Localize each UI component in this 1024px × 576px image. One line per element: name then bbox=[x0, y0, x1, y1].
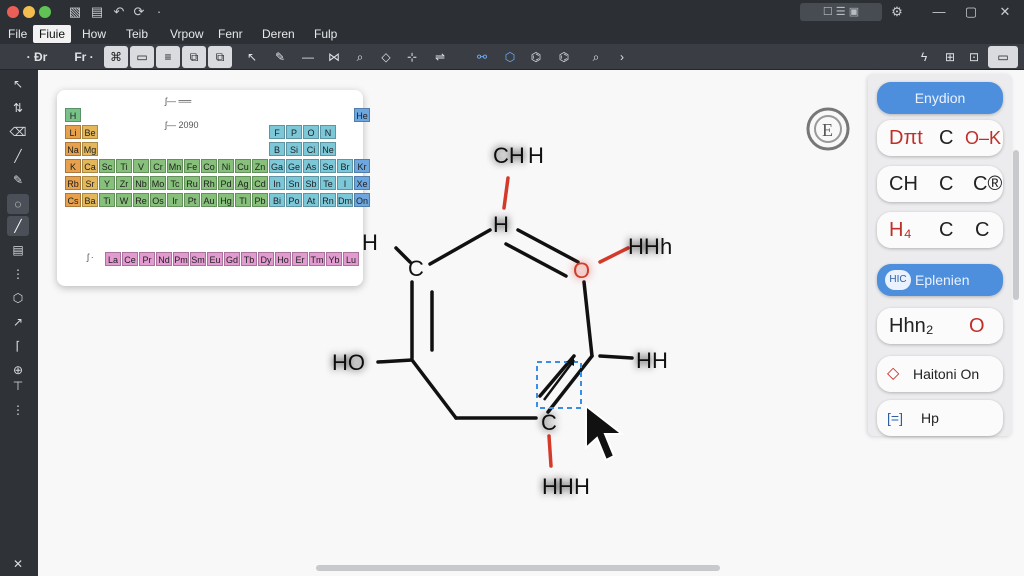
bracket-icon: [=] bbox=[887, 410, 903, 426]
fragment-label: Enydion bbox=[914, 90, 966, 106]
fragment-row-2[interactable]: CH C C® bbox=[877, 166, 1003, 202]
vertical-scrollbar[interactable] bbox=[1013, 150, 1019, 300]
selection-box[interactable] bbox=[536, 361, 582, 409]
atom-h-right-sub: H bbox=[652, 348, 668, 373]
fragment-badge: HIC bbox=[885, 270, 911, 290]
bond-h-o-double bbox=[504, 242, 568, 278]
ring-badge: E bbox=[806, 107, 850, 151]
atom-c-bottom[interactable]: C bbox=[541, 410, 557, 435]
fragment-row-haitoni[interactable]: ◇ Haitoni On bbox=[877, 356, 1003, 392]
bond-c-ch2 bbox=[410, 358, 458, 420]
atom-h-upper[interactable]: H bbox=[493, 212, 509, 237]
atom-ho[interactable]: HO bbox=[332, 350, 365, 375]
fragment-label: Haitoni On bbox=[913, 366, 980, 382]
atom-hh-right[interactable]: HH bbox=[628, 234, 660, 259]
mouse-cursor-icon bbox=[585, 403, 625, 462]
fragment-right: C® bbox=[973, 173, 1003, 195]
atom-ch-top-sub: H bbox=[528, 143, 544, 168]
fragment-right: O bbox=[969, 315, 985, 337]
fragment-mid: C bbox=[939, 127, 954, 149]
app-window: ▧ ▤ ↶ ⟳ · ☐ ☰ ▣ ⚙ — ▢ ✕ File Fiuie How T… bbox=[0, 0, 1024, 576]
atom-hh-bottom[interactable]: HH bbox=[542, 474, 574, 499]
right-fragments-panel: Enydion Dπt C O–K CH C C® H₄ C C HIC Epl… bbox=[868, 74, 1012, 436]
atom-labels: CH H H H C O HH h HO H H C HH H bbox=[332, 143, 672, 499]
bond-c-hh bbox=[547, 434, 553, 468]
fragment-left: CH bbox=[889, 173, 918, 195]
bond-c-o bbox=[582, 280, 594, 358]
bond-ho-c bbox=[376, 358, 414, 364]
diamond-icon: ◇ bbox=[887, 365, 900, 382]
ring-badge-letter: E bbox=[822, 120, 833, 140]
bond-o-hh bbox=[598, 246, 630, 264]
fragment-left: Dπt bbox=[889, 127, 923, 149]
atom-ch-top[interactable]: CH bbox=[493, 143, 525, 168]
atom-o-right[interactable]: O bbox=[573, 258, 590, 283]
fragment-label: Hp bbox=[921, 410, 939, 426]
atom-c-left[interactable]: C bbox=[408, 256, 424, 281]
bond-h-o bbox=[516, 228, 580, 264]
atom-hh-bottom-sub: H bbox=[574, 474, 590, 499]
bond-c-h2 bbox=[598, 354, 634, 360]
bond-ch-h bbox=[502, 176, 510, 210]
fragment-left: H₄ bbox=[889, 219, 912, 241]
horizontal-scrollbar[interactable] bbox=[316, 565, 720, 571]
fragment-mid: C bbox=[939, 173, 954, 195]
atom-h-right[interactable]: H bbox=[636, 348, 652, 373]
atom-hh-right-sub: h bbox=[660, 234, 672, 259]
fragment-row-5[interactable]: Hhn₂ O bbox=[877, 308, 1003, 344]
fragment-left: Hhn₂ bbox=[889, 315, 934, 337]
fragment-row-1[interactable]: Dπt C O–K bbox=[877, 120, 1003, 156]
arrow-indicator bbox=[543, 359, 575, 401]
fragment-button-eplenien[interactable]: HIC Eplenien bbox=[877, 264, 1003, 296]
fragment-right: C bbox=[975, 219, 990, 241]
fragment-button-enydion[interactable]: Enydion bbox=[877, 82, 1003, 114]
fragment-mid: C bbox=[939, 219, 954, 241]
atom-h-left[interactable]: H bbox=[362, 230, 378, 255]
fragment-row-hp[interactable]: [=] Hp bbox=[877, 400, 1003, 436]
fragment-label: Eplenien bbox=[915, 272, 970, 288]
fragment-row-3[interactable]: H₄ C C bbox=[877, 212, 1003, 248]
bond-h-c bbox=[428, 228, 492, 266]
fragment-right: O–K bbox=[965, 128, 1002, 148]
